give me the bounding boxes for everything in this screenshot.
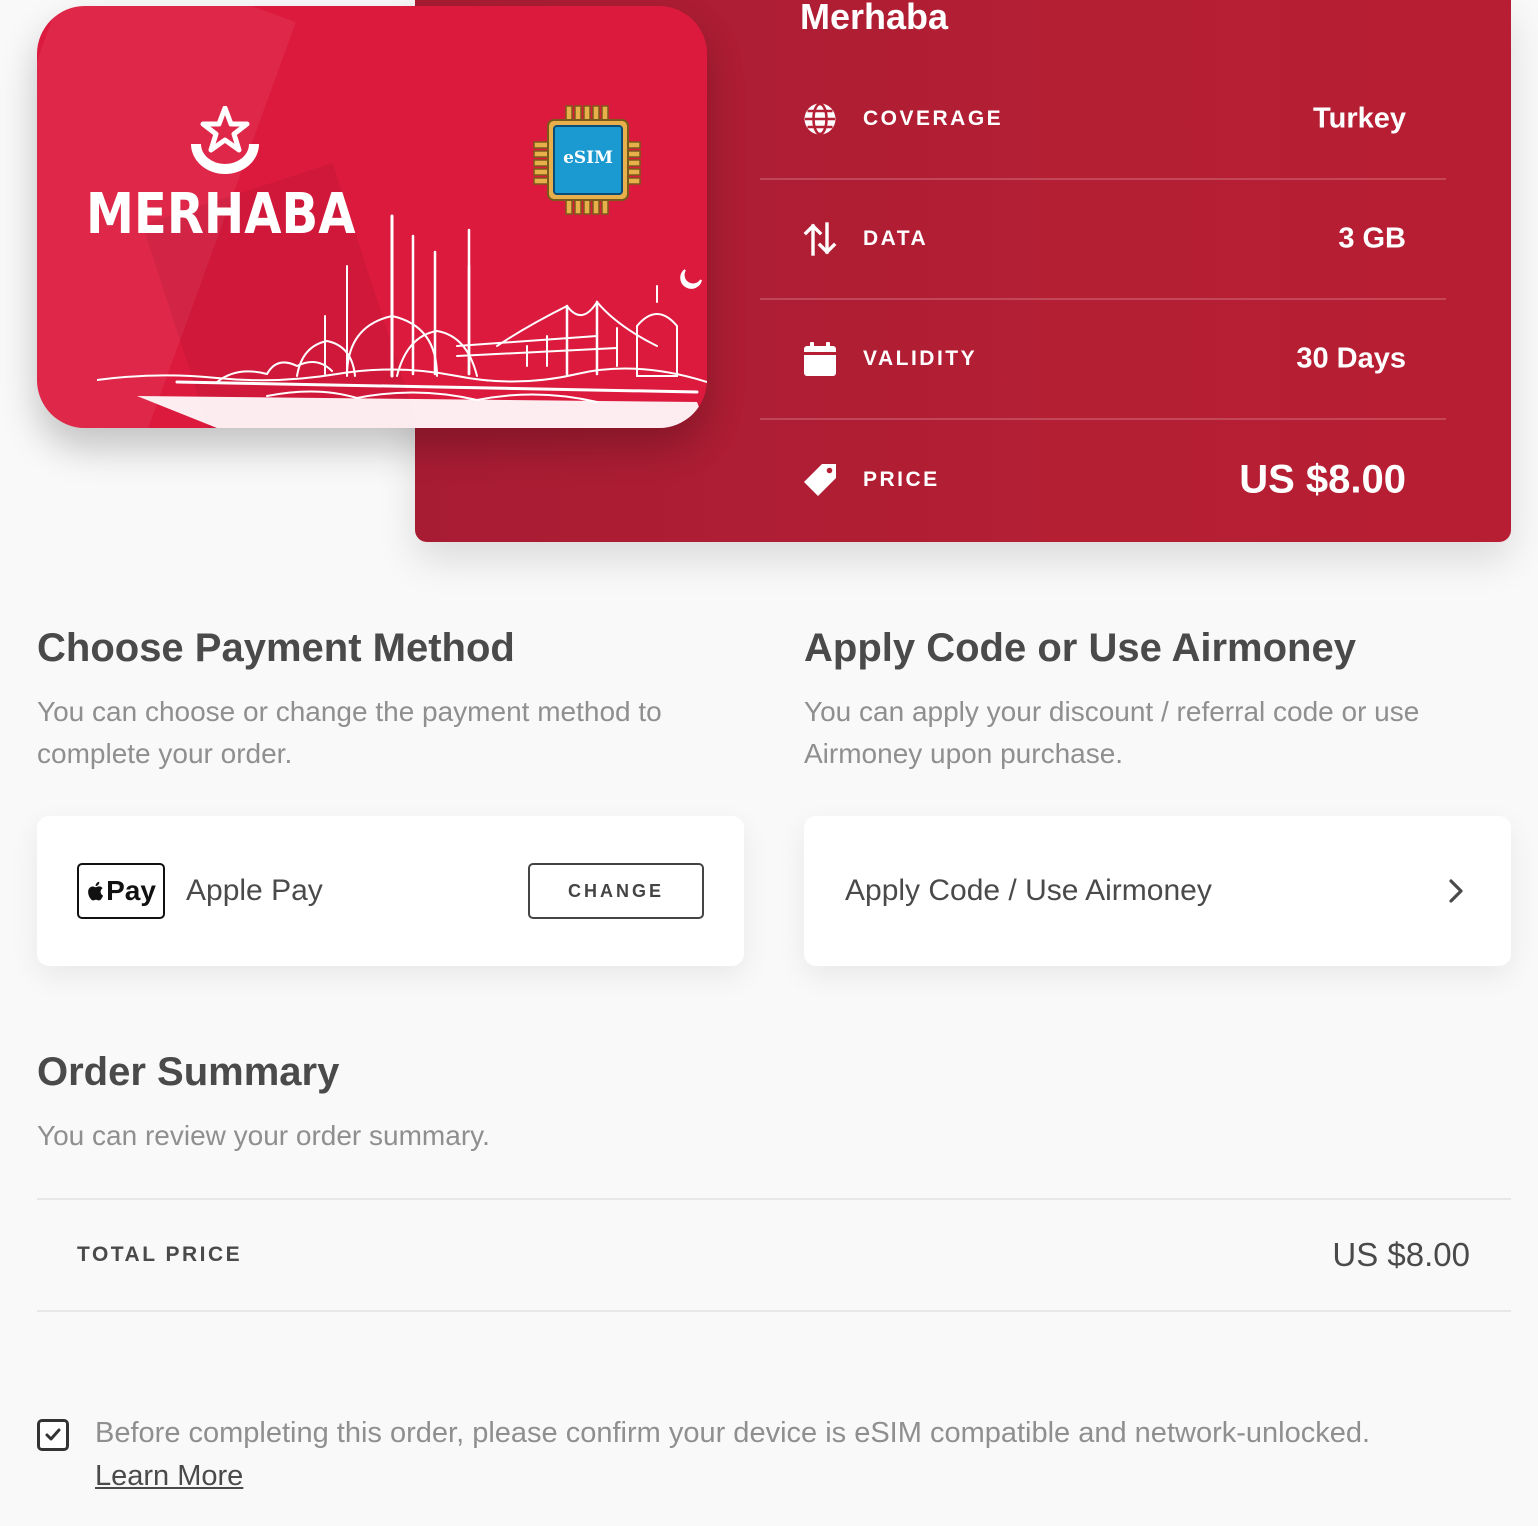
checkmark-icon xyxy=(45,1428,61,1441)
spec-row-validity: VALIDITY 30 Days xyxy=(760,300,1446,420)
apple-pay-badge-text: Pay xyxy=(106,875,156,906)
total-price-row: TOTAL PRICE US $8.00 xyxy=(37,1198,1511,1312)
skyline-sketch-art xyxy=(96,206,707,428)
price-tag-icon xyxy=(802,462,838,498)
esim-chip-label: eSIM xyxy=(563,148,613,168)
payment-method-name: Apple Pay xyxy=(186,874,323,907)
payment-method-card: Pay Apple Pay CHANGE xyxy=(37,816,744,966)
chevron-right-icon xyxy=(1449,879,1463,903)
compatibility-confirm-checkbox[interactable] xyxy=(37,1419,69,1451)
package-name: Merhaba xyxy=(800,0,949,37)
coverage-value: Turkey xyxy=(1313,102,1406,135)
apple-icon xyxy=(88,881,104,901)
payment-section-title: Choose Payment Method xyxy=(37,626,515,670)
validity-label: VALIDITY xyxy=(863,347,978,370)
esim-chip-icon: eSIM xyxy=(532,104,644,216)
calendar-icon xyxy=(802,341,838,377)
spec-row-data: DATA 3 GB xyxy=(760,180,1446,300)
apply-code-button[interactable]: Apply Code / Use Airmoney xyxy=(804,816,1511,966)
esim-card-image: MERHABA eSIM xyxy=(37,6,707,428)
data-label: DATA xyxy=(863,227,929,250)
payment-section-description: You can choose or change the payment met… xyxy=(37,696,662,769)
code-section-title: Apply Code or Use Airmoney xyxy=(804,626,1356,670)
price-value: US $8.00 xyxy=(1239,457,1406,502)
order-summary-description: You can review your order summary. xyxy=(37,1120,490,1151)
spec-row-coverage: COVERAGE Turkey xyxy=(760,60,1446,180)
up-down-arrows-icon xyxy=(802,221,838,257)
compatibility-notice: Before completing this order, please con… xyxy=(95,1417,1371,1449)
total-price-value: US $8.00 xyxy=(1332,1236,1470,1273)
apple-pay-logo: Pay xyxy=(77,863,165,919)
learn-more-link[interactable]: Learn More xyxy=(95,1455,243,1497)
price-label: PRICE xyxy=(863,468,940,491)
globe-icon xyxy=(802,101,838,137)
data-value: 3 GB xyxy=(1338,222,1406,255)
total-price-label: TOTAL PRICE xyxy=(77,1243,243,1266)
order-summary-title: Order Summary xyxy=(37,1050,340,1094)
apply-code-label: Apply Code / Use Airmoney xyxy=(845,874,1212,907)
validity-value: 30 Days xyxy=(1296,342,1406,375)
coverage-label: COVERAGE xyxy=(863,107,1004,130)
star-crescent-icon xyxy=(183,105,267,182)
change-payment-button[interactable]: CHANGE xyxy=(528,863,704,919)
code-section-description: You can apply your discount / referral c… xyxy=(804,696,1420,769)
spec-row-price: PRICE US $8.00 xyxy=(760,420,1446,540)
